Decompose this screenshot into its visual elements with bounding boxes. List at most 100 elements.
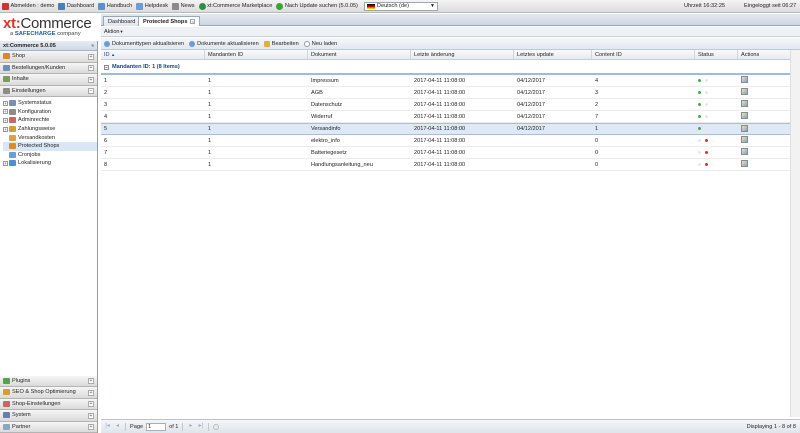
collapse-icon[interactable]: − xyxy=(88,88,94,94)
refresh-icon xyxy=(189,40,196,47)
table-row[interactable]: 4 1 Widerruf 2017-04-11 11:08:00 04/12/2017 7 xyxy=(101,111,790,123)
edit-document-icon[interactable] xyxy=(741,136,748,143)
sidebar-section-seo[interactable]: SEO & Shop Optimierung + xyxy=(0,387,97,399)
language-select[interactable]: Deutsch (de) ▼ xyxy=(363,1,438,11)
seo-icon xyxy=(3,389,10,396)
marketplace-link[interactable]: xt:Commerce Marketplace xyxy=(198,2,272,10)
table-row[interactable]: 2 1 AGB 2017-04-11 11:08:00 04/12/2017 3 xyxy=(101,87,790,99)
cell-content-id: 0 xyxy=(595,161,599,168)
edit-document-icon[interactable] xyxy=(741,124,748,132)
first-page-icon[interactable]: |◂ xyxy=(104,423,111,430)
column-header-mandant[interactable]: Mandanten ID xyxy=(205,50,308,59)
expand-icon[interactable]: + xyxy=(3,126,8,132)
edit-document-icon[interactable] xyxy=(741,112,748,119)
expand-icon[interactable]: + xyxy=(88,378,94,384)
next-page-icon[interactable]: ▸ xyxy=(187,423,194,430)
tree-item-protected-shops[interactable]: Protected Shops xyxy=(3,141,97,151)
column-header-content-id[interactable]: Content ID xyxy=(592,50,695,59)
cell-content-id: 4 xyxy=(595,77,599,84)
expand-icon[interactable]: + xyxy=(88,76,94,83)
expand-icon[interactable]: + xyxy=(3,100,8,106)
sidebar-section-partner[interactable]: Partner + xyxy=(0,421,97,433)
tree-item-konfiguration[interactable]: + Konfiguration xyxy=(3,108,97,117)
column-header-actions[interactable]: Actions xyxy=(738,50,790,59)
edit-document-icon[interactable] xyxy=(741,88,748,95)
edit-document-icon[interactable] xyxy=(741,148,748,155)
cell-mandant: 1 xyxy=(208,101,212,108)
previous-page-icon[interactable]: ◂ xyxy=(114,423,121,430)
column-header-document[interactable]: Dokument xyxy=(308,50,411,59)
sidebar-section-plugins[interactable]: Plugins + xyxy=(0,375,97,387)
cell-id: 6 xyxy=(104,137,108,144)
close-icon[interactable]: × xyxy=(190,19,196,24)
cell-id: 4 xyxy=(104,113,108,120)
tree-item-adminrechte[interactable]: + Adminrechte xyxy=(3,116,97,125)
table-row[interactable]: 1 1 Impressum 2017-04-11 11:08:00 04/12/2017… xyxy=(101,75,790,87)
tree-item-zahlungsweise[interactable]: + Zahlungsweise xyxy=(3,125,97,134)
action-menu[interactable]: Aktion▼ xyxy=(104,29,124,35)
page-input[interactable]: 1 xyxy=(146,422,167,431)
cell-mandant: 1 xyxy=(208,161,212,168)
status-indicator xyxy=(695,126,738,132)
column-header-last-change[interactable]: Letzte änderung xyxy=(411,50,514,59)
reload-button[interactable]: Neu laden xyxy=(303,40,337,47)
tab-dashboard[interactable]: Dashboard xyxy=(103,16,141,26)
column-header-last-update[interactable]: Letztes update xyxy=(514,50,592,59)
status-green-dot xyxy=(698,114,701,118)
table-row[interactable]: 7 1 Batteriegesetz 2017-04-11 11:08:00 0 xyxy=(101,147,790,159)
edit-document-icon[interactable] xyxy=(741,76,748,83)
status-red-dot xyxy=(705,114,708,118)
expand-icon[interactable]: + xyxy=(88,424,94,430)
expand-icon[interactable]: + xyxy=(88,53,94,60)
collapse-sidebar-icon[interactable]: « xyxy=(91,43,94,49)
sidebar-section-content[interactable]: Inhalte + xyxy=(0,74,97,86)
sidebar-section-shop[interactable]: Shop + xyxy=(0,51,97,63)
edit-document-icon[interactable] xyxy=(741,160,748,167)
last-page-icon[interactable]: ▸| xyxy=(197,423,204,430)
table-row[interactable]: 6 1 elektro_info 2017-04-11 11:08:00 0 xyxy=(101,135,790,147)
update-link[interactable]: Nach Update suchen (5.0.05) xyxy=(276,2,358,10)
expand-icon[interactable]: + xyxy=(3,109,8,115)
update-doctypes-button[interactable]: Dokumenttypen aktualisieren xyxy=(104,40,184,47)
sidebar-section-orders[interactable]: Bestellungen/Kunden + xyxy=(0,62,97,74)
edit-button[interactable]: Bearbeiten xyxy=(263,40,299,47)
table-row[interactable]: 5 1 Versandinfo 2017-04-11 11:08:00 04/12/20… xyxy=(101,123,790,135)
helpdesk-link[interactable]: Helpdesk xyxy=(136,2,168,10)
table-row[interactable]: 8 1 Handlungsanleitung_neu 2017-04-11 11:08… xyxy=(101,159,790,171)
column-header-status[interactable]: Status xyxy=(695,50,738,59)
tree-item-cronjobs[interactable]: Cronjobs xyxy=(3,151,97,160)
status-indicator xyxy=(695,102,738,108)
logout-icon xyxy=(2,2,9,10)
group-header[interactable]: − Mandanten ID: 1 (8 Items) xyxy=(101,61,790,75)
table-row[interactable]: 3 1 Datenschutz 2017-04-11 11:08:00 04/12/20… xyxy=(101,99,790,111)
edit-document-icon[interactable] xyxy=(741,100,748,107)
expand-icon[interactable]: + xyxy=(88,389,94,396)
tree-item-systemstatus[interactable]: + Systemstatus xyxy=(3,99,97,108)
folder-icon xyxy=(9,126,16,133)
plugins-icon xyxy=(3,377,10,384)
vertical-scrollbar[interactable] xyxy=(790,50,800,417)
expand-icon[interactable]: + xyxy=(88,401,94,407)
sidebar-section-settings[interactable]: Einstellungen − xyxy=(0,85,97,97)
sidebar-section-shop-settings[interactable]: Shop-Einstellungen + xyxy=(0,398,97,410)
expand-icon[interactable]: + xyxy=(88,412,94,419)
tree-item-versandkosten[interactable]: Versandkosten xyxy=(3,133,97,142)
tab-strip: Dashboard Protected Shops × xyxy=(101,14,800,26)
expand-icon[interactable]: + xyxy=(3,117,8,123)
tab-protected-shops[interactable]: Protected Shops × xyxy=(138,16,201,26)
status-green-dot xyxy=(698,78,701,82)
folder-icon xyxy=(9,160,16,167)
news-link[interactable]: News xyxy=(172,2,195,10)
collapse-icon[interactable]: − xyxy=(104,64,109,70)
handbook-link[interactable]: Handbuch xyxy=(98,2,132,10)
folder-icon xyxy=(9,117,16,124)
update-documents-button[interactable]: Dokumente aktualisieren xyxy=(189,40,259,47)
expand-icon[interactable]: + xyxy=(88,65,94,71)
column-header-id[interactable]: ID ▲ xyxy=(101,50,205,59)
tree-item-lokalisierung[interactable]: + Lokalisierung xyxy=(3,159,97,168)
dashboard-link[interactable]: Dashboard xyxy=(58,2,94,10)
logout-link[interactable]: Abmelden : demo xyxy=(2,2,54,10)
refresh-icon[interactable] xyxy=(213,423,220,430)
expand-icon[interactable]: + xyxy=(3,160,8,166)
sidebar-section-system[interactable]: System + xyxy=(0,410,97,422)
